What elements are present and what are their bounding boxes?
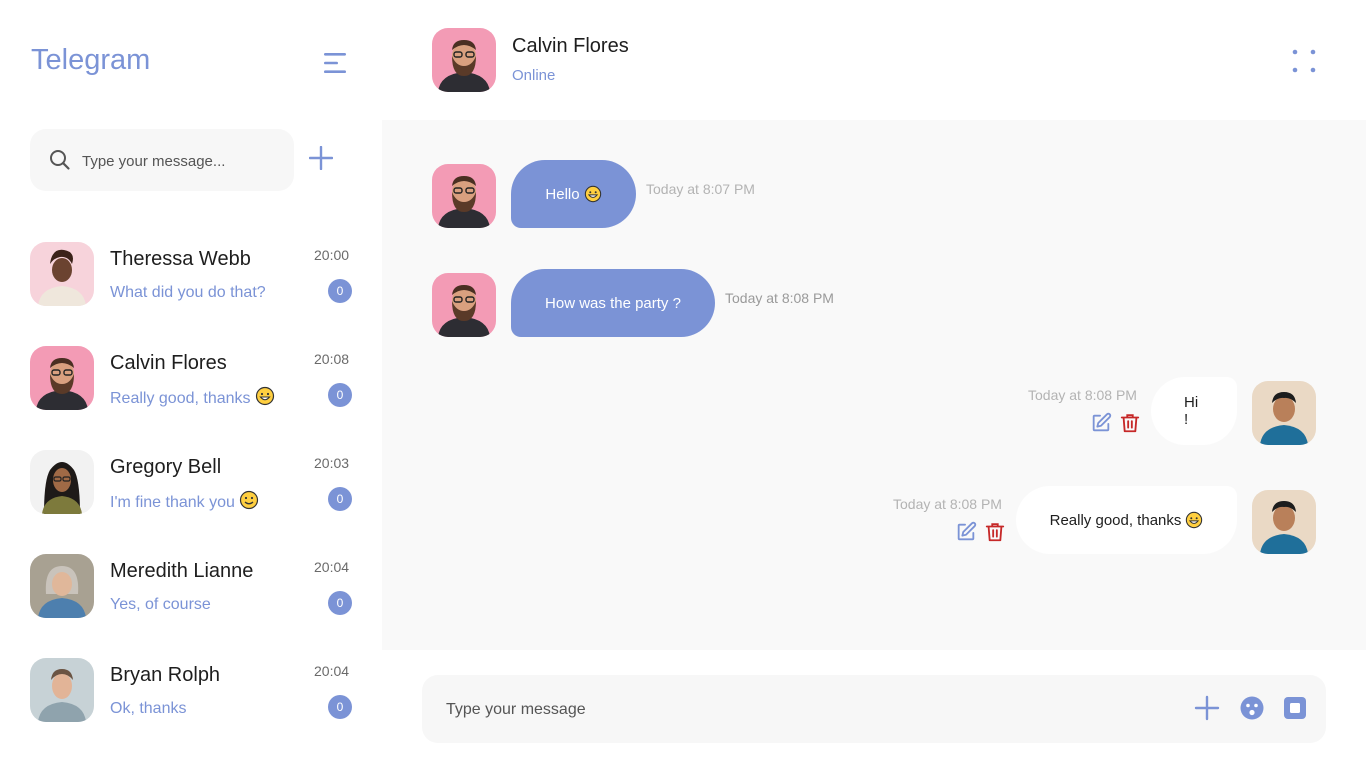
contact-preview: Really good, thanks <box>110 390 251 407</box>
contact-item[interactable]: Theressa Webb What did you do that? 20:0… <box>0 242 382 322</box>
sidebar: Telegram Theressa Webb What did you do t… <box>0 0 382 768</box>
sender-avatar <box>432 273 496 337</box>
edit-icon[interactable] <box>955 521 977 543</box>
message-time: Today at 8:07 PM <box>646 181 755 197</box>
contact-preview: Ok, thanks <box>110 700 187 717</box>
contact-preview-row: I'm fine thank you <box>110 490 259 512</box>
unread-badge: 0 <box>328 279 352 303</box>
message-list: Hello Today at 8:07 PM How was the party… <box>382 120 1366 650</box>
message-time: Today at 8:08 PM <box>1028 387 1137 403</box>
contact-preview-row: Really good, thanks <box>110 386 275 408</box>
contact-preview: Yes, of course <box>110 596 211 613</box>
message-bubble-incoming: Hello <box>511 160 636 228</box>
contact-item[interactable]: Calvin Flores Really good, thanks 20:08 … <box>0 346 382 426</box>
self-avatar <box>1252 490 1316 554</box>
contact-time: 20:00 <box>314 247 350 263</box>
grinning-emoji-icon <box>255 386 275 406</box>
contact-time: 20:08 <box>314 351 350 367</box>
avatar <box>30 554 94 618</box>
message-text: Really good, thanks <box>1049 511 1182 529</box>
chat-status: Online <box>512 67 556 84</box>
self-avatar <box>1252 381 1316 445</box>
contact-preview: What did you do that? <box>110 284 266 301</box>
message-composer <box>422 675 1326 743</box>
contact-time: 20:04 <box>314 663 350 679</box>
unread-badge: 0 <box>328 695 352 719</box>
avatar <box>30 346 94 410</box>
plus-icon[interactable] <box>1194 695 1220 721</box>
emoji-icon[interactable] <box>1239 695 1265 721</box>
edit-icon[interactable] <box>1090 412 1112 434</box>
message-time: Today at 8:08 PM <box>893 496 1002 512</box>
chat-contact-name: Calvin Flores <box>512 35 629 57</box>
sender-avatar <box>432 164 496 228</box>
message-bubble-outgoing: Really good, thanks <box>1016 486 1237 554</box>
grin-emoji-icon <box>584 185 602 203</box>
message-bubble-outgoing: Hi ! <box>1151 377 1237 445</box>
message-time: Today at 8:08 PM <box>725 290 834 306</box>
contact-name: Bryan Rolph <box>110 664 221 686</box>
grinning-emoji-icon <box>1185 511 1203 529</box>
chat-avatar[interactable] <box>432 28 496 92</box>
contact-item[interactable]: Meredith Lianne Yes, of course 20:04 0 <box>0 554 382 634</box>
trash-icon[interactable] <box>984 521 1006 543</box>
avatar <box>30 242 94 306</box>
message-text: Hello <box>545 185 580 203</box>
unread-badge: 0 <box>328 383 352 407</box>
contact-item[interactable]: Bryan Rolph Ok, thanks 20:04 0 <box>0 658 382 738</box>
unread-badge: 0 <box>328 487 352 511</box>
contact-time: 20:04 <box>314 559 350 575</box>
image-icon[interactable] <box>1282 695 1308 721</box>
add-chat-icon[interactable] <box>309 146 333 170</box>
avatar <box>30 450 94 514</box>
message-bubble-incoming: How was the party ? <box>511 269 715 337</box>
menu-icon[interactable] <box>322 52 348 74</box>
app-title: Telegram <box>31 44 151 76</box>
message-input[interactable] <box>444 695 1148 725</box>
trash-icon[interactable] <box>1119 412 1141 434</box>
contact-item[interactable]: Gregory Bell I'm fine thank you 20:03 0 <box>0 450 382 530</box>
search-input[interactable] <box>80 147 284 175</box>
search-box <box>30 129 294 191</box>
contact-name: Calvin Flores <box>110 352 227 374</box>
contact-name: Gregory Bell <box>110 456 222 478</box>
avatar <box>30 658 94 722</box>
message-text: Hi ! <box>1184 394 1199 428</box>
unread-badge: 0 <box>328 591 352 615</box>
dots-grid-icon[interactable] <box>1292 49 1316 73</box>
message-text: How was the party ? <box>545 294 681 312</box>
contact-name: Meredith Lianne <box>110 560 254 582</box>
contact-name: Theressa Webb <box>110 248 251 270</box>
search-icon <box>50 150 70 170</box>
contact-preview: I'm fine thank you <box>110 494 235 511</box>
chat-header: Calvin Flores Online <box>382 0 1366 120</box>
contact-time: 20:03 <box>314 455 350 471</box>
smile-emoji-icon <box>239 490 259 510</box>
